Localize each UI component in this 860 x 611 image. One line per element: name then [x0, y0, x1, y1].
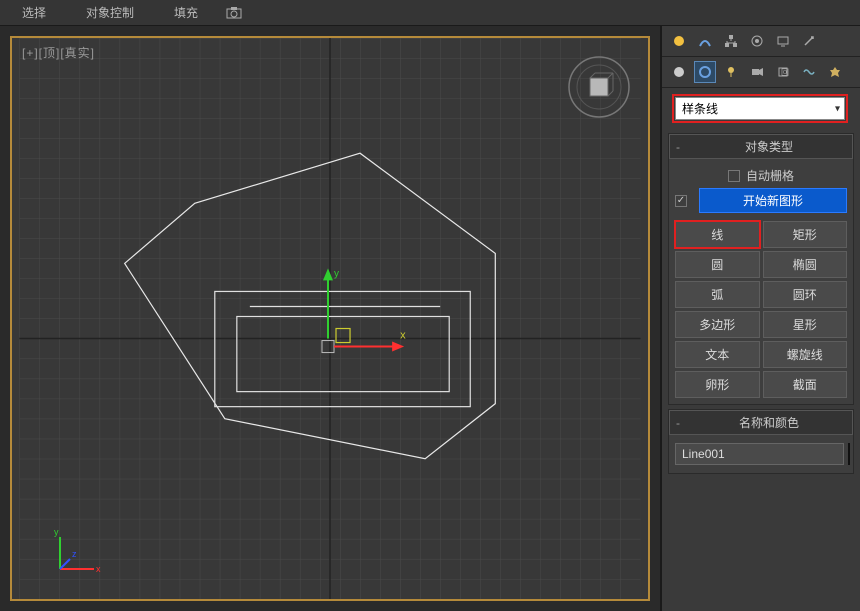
create-tab-icon[interactable]	[668, 30, 690, 52]
svg-text:y: y	[54, 527, 59, 537]
shape-btn-section[interactable]: 截面	[763, 371, 848, 398]
collapse-icon[interactable]: -	[676, 140, 688, 154]
viewport-canvas[interactable]: y x	[12, 38, 648, 599]
menu-object-control[interactable]: 对象控制	[72, 0, 148, 25]
auto-grid-checkbox[interactable]	[728, 170, 740, 182]
highlight-category: 样条线	[672, 94, 848, 123]
viewport-label: [+][顶][真实]	[22, 44, 95, 61]
svg-text:回: 回	[781, 68, 789, 77]
command-panel: 回 样条线 - 对象类型 自动栅格	[660, 26, 860, 611]
viewcube[interactable]	[568, 56, 630, 118]
shape-btn-ellipse[interactable]: 椭圆	[763, 251, 848, 278]
viewport-top[interactable]: [+][顶][真实]	[10, 36, 650, 601]
start-new-shape-button[interactable]: 开始新图形	[699, 188, 847, 213]
menubar: 选择 对象控制 填充	[0, 0, 860, 26]
collapse-icon[interactable]: -	[676, 416, 688, 430]
shape-btn-arc[interactable]: 弧	[675, 281, 760, 308]
rollout-name-color: - 名称和颜色	[668, 409, 854, 474]
svg-text:x: x	[96, 564, 101, 574]
shape-btn-donut[interactable]: 圆环	[763, 281, 848, 308]
object-color-swatch[interactable]	[848, 443, 850, 465]
shapes-icon[interactable]	[694, 61, 716, 83]
utilities-tab-icon[interactable]	[798, 30, 820, 52]
shape-category-dropdown[interactable]: 样条线	[675, 97, 845, 120]
hierarchy-tab-icon[interactable]	[720, 30, 742, 52]
geometry-icon[interactable]	[668, 61, 690, 83]
axis-tripod: x y z	[52, 527, 102, 577]
svg-text:z: z	[72, 549, 77, 559]
rollout-header-name-color[interactable]: - 名称和颜色	[669, 410, 853, 435]
space-warps-icon[interactable]	[798, 61, 820, 83]
object-name-input[interactable]	[675, 443, 844, 465]
rollout-title: 对象类型	[692, 138, 846, 155]
shape-btn-ngon[interactable]: 多边形	[675, 311, 760, 338]
start-new-shape-checkbox[interactable]	[675, 195, 687, 207]
command-tabs	[662, 26, 860, 57]
shape-btn-rectangle[interactable]: 矩形	[763, 221, 848, 248]
systems-icon[interactable]	[824, 61, 846, 83]
menu-select[interactable]: 选择	[8, 0, 60, 25]
motion-tab-icon[interactable]	[746, 30, 768, 52]
create-categories: 回	[662, 57, 860, 88]
auto-grid-label: 自动栅格	[746, 167, 794, 184]
rollout-title: 名称和颜色	[692, 414, 846, 431]
dropdown-value: 样条线	[682, 102, 718, 116]
menu-fill[interactable]: 填充	[160, 0, 212, 25]
shape-btn-egg[interactable]: 卵形	[675, 371, 760, 398]
lights-icon[interactable]	[720, 61, 742, 83]
shape-btn-star[interactable]: 星形	[763, 311, 848, 338]
modify-tab-icon[interactable]	[694, 30, 716, 52]
shape-btn-helix[interactable]: 螺旋线	[763, 341, 848, 368]
viewport-wrapper: [+][顶][真实]	[0, 26, 660, 611]
shape-btn-circle[interactable]: 圆	[675, 251, 760, 278]
svg-text:y: y	[334, 268, 339, 279]
cameras-icon[interactable]	[746, 61, 768, 83]
rollout-object-type: - 对象类型 自动栅格 开始新图形 线 矩形 圆 椭圆 弧 圆	[668, 133, 854, 405]
snapshot-icon[interactable]	[224, 3, 244, 23]
shape-btn-text[interactable]: 文本	[675, 341, 760, 368]
helpers-icon[interactable]: 回	[772, 61, 794, 83]
shape-btn-line[interactable]: 线	[675, 221, 760, 248]
shape-button-grid: 线 矩形 圆 椭圆 弧 圆环 多边形 星形 文本 螺旋线 卵形 截面	[675, 221, 847, 398]
rollout-header-object-type[interactable]: - 对象类型	[669, 134, 853, 159]
display-tab-icon[interactable]	[772, 30, 794, 52]
svg-text:x: x	[400, 330, 406, 342]
